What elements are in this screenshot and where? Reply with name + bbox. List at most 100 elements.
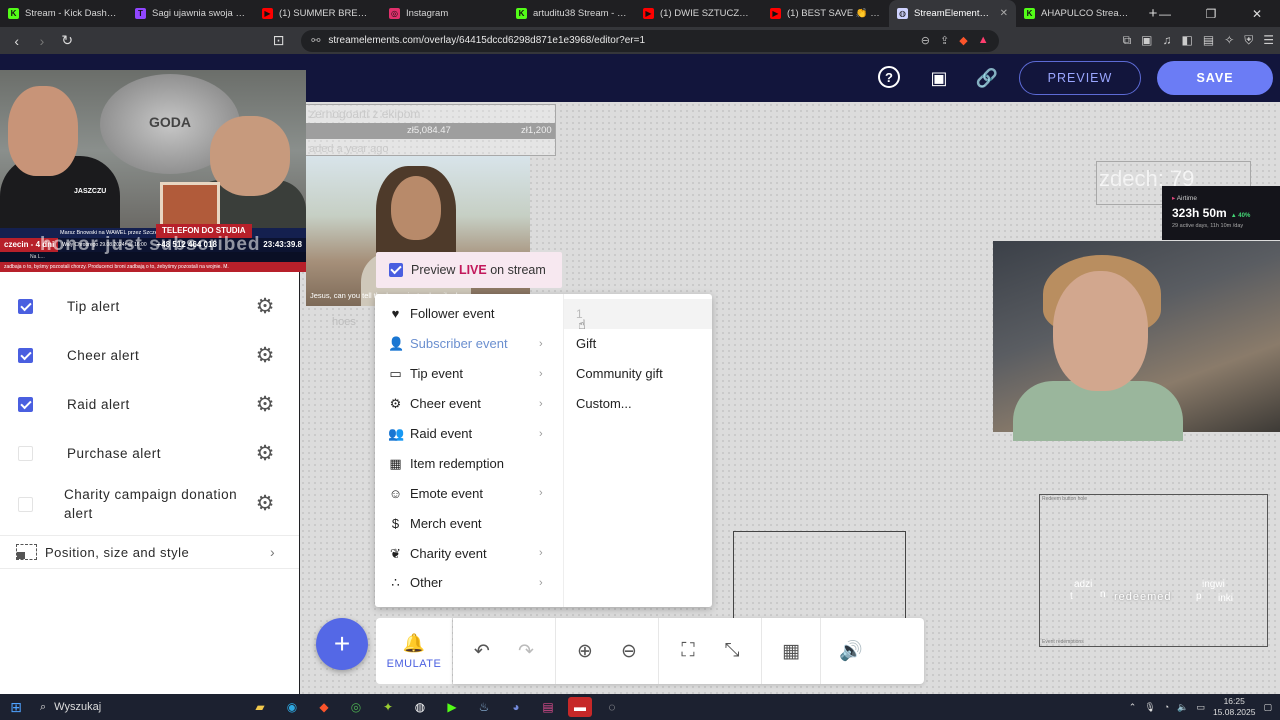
menu-item-cheer-event[interactable]: ⚙ Cheer event › bbox=[375, 389, 563, 419]
music-icon[interactable]: ♫ bbox=[1163, 33, 1172, 48]
file-explorer-icon[interactable]: ▰ bbox=[248, 697, 272, 717]
network-icon[interactable]: ◔ bbox=[1164, 702, 1169, 712]
forward-icon[interactable]: › bbox=[31, 30, 52, 52]
menu-item-raid-event[interactable]: 👥 Raid event › bbox=[375, 419, 563, 449]
zoom-icon[interactable]: ⊖ bbox=[921, 34, 930, 47]
alert-checkbox[interactable] bbox=[18, 496, 33, 512]
submenu-item[interactable]: Gift bbox=[564, 329, 712, 359]
browser-tab[interactable]: K AHAPULCO Stream - Watc bbox=[1016, 0, 1143, 27]
empty-widget-frame[interactable] bbox=[733, 531, 906, 623]
brave-rewards-icon[interactable]: ▲ bbox=[978, 34, 989, 47]
volume-icon[interactable]: 🔊 bbox=[839, 639, 863, 663]
address-bar[interactable]: ⚯ streamelements.com/overlay/64415dccd62… bbox=[301, 29, 999, 52]
emulate-button[interactable]: 🔔 EMULATE bbox=[376, 618, 452, 684]
gear-icon[interactable]: ⚙ bbox=[254, 344, 276, 367]
windows-start-icon[interactable]: ⊞ bbox=[0, 694, 32, 720]
alert-row[interactable]: Purchase alert ⚙ bbox=[0, 429, 299, 478]
grid-icon[interactable]: ▦ bbox=[780, 640, 802, 663]
wallet2-icon[interactable]: ▤ bbox=[1203, 33, 1214, 48]
redo-icon[interactable]: ↷ bbox=[515, 640, 537, 663]
goal-widget[interactable]: zernogoarti z ekipom zł5,084.47 zł1,200 … bbox=[304, 104, 556, 156]
back-icon[interactable]: ‹ bbox=[6, 30, 27, 52]
leo-icon[interactable]: ✧ bbox=[1224, 33, 1234, 48]
browser-tab[interactable]: ▶ (1) DWIE SZTUCZKI - YouT bbox=[635, 0, 762, 27]
alert-checkbox[interactable] bbox=[18, 397, 33, 412]
app-icon[interactable]: ▶ bbox=[440, 697, 464, 717]
edge-icon[interactable]: ◉ bbox=[280, 697, 304, 717]
speaker-icon[interactable]: 🔈 bbox=[1177, 702, 1188, 713]
browser-tab[interactable]: ◍ StreamElements - C ✕ bbox=[889, 0, 1016, 27]
browser-tab[interactable]: ▶ (1) SUMMER BREEZE | LIVE bbox=[254, 0, 381, 27]
preview-button[interactable]: PREVIEW bbox=[1019, 61, 1141, 95]
minimize-icon[interactable]: — bbox=[1142, 0, 1188, 27]
share-icon[interactable]: ⇪ bbox=[940, 34, 949, 47]
airtime-widget[interactable]: ▸ Airtime 323h 50m ▲ 40% 29 active days, … bbox=[1162, 186, 1280, 240]
menu-item-follower-event[interactable]: ♥ Follower event bbox=[375, 299, 563, 329]
menu-item-other[interactable]: ∴ Other › bbox=[375, 568, 563, 598]
browser-tab[interactable]: K Stream - Kick Dashboard bbox=[0, 0, 127, 27]
app-icon[interactable]: ▤ bbox=[536, 697, 560, 717]
gear-icon[interactable]: ⚙ bbox=[254, 295, 276, 318]
close-tab-icon[interactable]: ✕ bbox=[1000, 8, 1008, 19]
fit-screen-icon[interactable]: ⤡ bbox=[721, 640, 743, 662]
menu-item-merch-event[interactable]: $ Merch event bbox=[375, 508, 563, 538]
monitor-settings-icon[interactable]: ▣ bbox=[927, 66, 951, 90]
gear-icon[interactable]: ⚙ bbox=[254, 493, 276, 515]
help-circle-icon[interactable]: ? bbox=[878, 66, 900, 88]
browser-tab[interactable]: ▶ (1) BEST SAVE 👏 #league bbox=[762, 0, 889, 27]
wallet-icon[interactable]: ▣ bbox=[1141, 33, 1152, 48]
chevron-up-icon[interactable]: ⌃ bbox=[1129, 702, 1137, 713]
redemption-widget[interactable]: Redeem button hole adzi t n redeemed p i… bbox=[1039, 494, 1268, 647]
brave-shield-icon[interactable]: ◆ bbox=[959, 34, 967, 47]
submenu-item[interactable]: Custom... bbox=[564, 389, 712, 419]
zoom-in-icon[interactable]: ⊕ bbox=[574, 640, 596, 663]
menu-item-emote-event[interactable]: ☺ Emote event › bbox=[375, 478, 563, 508]
extension-icon[interactable]: ⧉ bbox=[1123, 33, 1132, 48]
alert-checkbox[interactable] bbox=[18, 299, 33, 314]
app-icon[interactable]: ▬ bbox=[568, 697, 592, 717]
bookmark-icon[interactable]: ⊡ bbox=[268, 30, 289, 52]
sidebar-icon[interactable]: ◧ bbox=[1182, 33, 1193, 48]
restore-icon[interactable]: ❐ bbox=[1188, 0, 1234, 27]
reload-icon[interactable]: ↻ bbox=[57, 30, 78, 52]
app-icon[interactable]: ✦ bbox=[376, 697, 400, 717]
alert-row[interactable]: Charity campaign donation alert ⚙ bbox=[0, 478, 299, 530]
battery-icon[interactable]: ▭ bbox=[1196, 702, 1205, 713]
vpn-icon[interactable]: ⛨ bbox=[1244, 33, 1253, 48]
alert-checkbox[interactable] bbox=[18, 348, 33, 363]
menu-item-charity-event[interactable]: ❦ Charity event › bbox=[375, 538, 563, 568]
site-info-icon[interactable]: ⚯ bbox=[311, 34, 320, 47]
undo-icon[interactable]: ↶ bbox=[471, 640, 493, 663]
menu-item-item-redemption[interactable]: ▦ Item redemption bbox=[375, 448, 563, 478]
preview-live-toggle[interactable]: Preview LIVE on stream bbox=[376, 252, 562, 288]
add-widget-button[interactable]: + bbox=[316, 618, 368, 670]
fullscreen-icon[interactable]: ⛶ bbox=[677, 640, 699, 662]
save-button[interactable]: SAVE bbox=[1157, 61, 1273, 95]
notifications-icon[interactable]: ▢ bbox=[1263, 702, 1272, 713]
alert-row[interactable]: Tip alert ⚙ bbox=[0, 282, 299, 331]
taskbar-search[interactable]: ⌕ Wyszukaj bbox=[32, 694, 220, 720]
alert-checkbox[interactable] bbox=[18, 446, 33, 461]
streamer-webcam[interactable] bbox=[993, 241, 1280, 441]
discord-icon[interactable]: ◕ bbox=[504, 697, 528, 717]
close-window-icon[interactable]: ✕ bbox=[1234, 0, 1280, 27]
chrome-icon[interactable]: ◎ bbox=[344, 697, 368, 717]
steam-icon[interactable]: ♨ bbox=[472, 697, 496, 717]
clock[interactable]: 16:25 15.08.2025 bbox=[1213, 696, 1256, 718]
alert-row[interactable]: Raid alert ⚙ bbox=[0, 380, 299, 429]
preview-live-checkbox[interactable] bbox=[389, 263, 403, 277]
alert-row[interactable]: Cheer alert ⚙ bbox=[0, 331, 299, 380]
menu-icon[interactable]: ☰ bbox=[1263, 33, 1274, 48]
app-icon[interactable]: ◌ bbox=[600, 697, 624, 717]
zoom-out-icon[interactable]: ⊖ bbox=[618, 640, 640, 663]
position-size-style-row[interactable]: Position, size and style › bbox=[0, 535, 299, 569]
gear-icon[interactable]: ⚙ bbox=[254, 393, 276, 416]
menu-item-tip-event[interactable]: ▭ Tip event › bbox=[375, 359, 563, 389]
link-icon[interactable]: 🔗 bbox=[975, 66, 999, 90]
browser-tab[interactable]: Kartuditu38 Stream - Watch bbox=[508, 0, 635, 27]
browser-tab[interactable]: T Sagi ujawnia swoja fałszyw bbox=[127, 0, 254, 27]
menu-item-subscriber-event[interactable]: 👤 Subscriber event › bbox=[375, 329, 563, 359]
browser-tab[interactable]: ◎ Instagram bbox=[381, 0, 508, 27]
obs-icon[interactable]: ◍ bbox=[408, 697, 432, 717]
brave-icon[interactable]: ◆ bbox=[312, 697, 336, 717]
